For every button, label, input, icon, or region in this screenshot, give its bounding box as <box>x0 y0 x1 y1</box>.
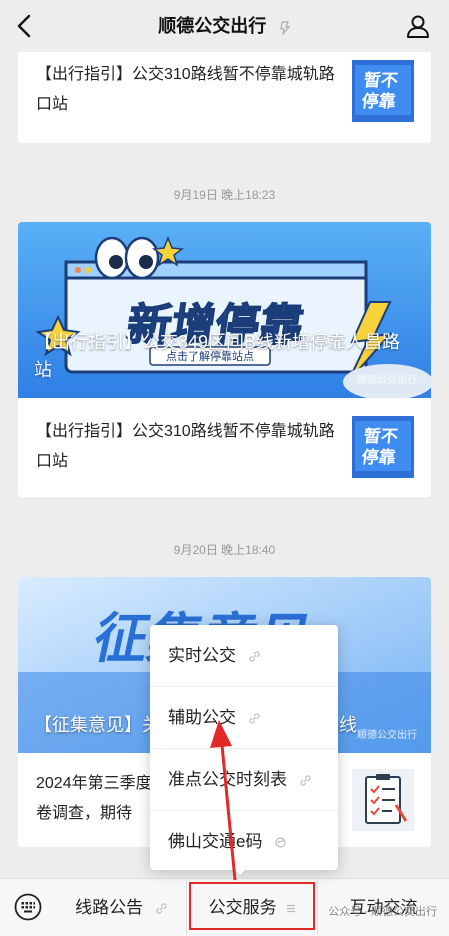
thumb-line-1: 暂不 <box>363 70 399 91</box>
cover-watermark: 顺德公交出行 <box>357 730 417 741</box>
menu-item-label: 准点公交时刻表 <box>168 770 287 789</box>
message-timestamp: 9月19日 晚上18:23 <box>173 188 276 202</box>
link-icon <box>300 775 311 786</box>
popup-caret <box>230 865 250 875</box>
article-row[interactable]: 【出行指引】公交310路线暂不停靠城轨路口站 暂不 停靠 <box>18 40 431 143</box>
link-icon <box>156 903 167 914</box>
article-card-partial[interactable]: 【出行指引】公交310路线暂不停靠城轨路口站 暂不 停靠 <box>18 40 431 143</box>
menu-item-label: 辅助公交 <box>168 708 236 727</box>
questionnaire-icon <box>352 769 414 831</box>
tab-label: 线路公告 <box>75 898 144 917</box>
menu-item-bus-timetable[interactable]: 准点公交时刻表 <box>150 749 338 811</box>
menu-item-foshan-ecode[interactable]: 佛山交通e码 <box>150 811 338 872</box>
article-title: 【出行指引】公交310路线暂不停靠城轨路口站 <box>36 423 335 470</box>
thumb-line-2: 停靠 <box>361 447 397 468</box>
article-card[interactable]: 新增停靠 点击了解停靠站点 【出行指引】公交349区间B线新增停靠人昌路站 顺德… <box>18 222 431 497</box>
article-thumbnail <box>352 769 414 831</box>
top-nav-bar: 顺德公交出行 <box>0 0 449 52</box>
menu-item-assist-bus[interactable]: 辅助公交 <box>150 687 338 749</box>
article-thumbnail: 暂不 停靠 <box>352 60 414 122</box>
article-row[interactable]: 【出行指引】公交310路线暂不停靠城轨路口站 暂不 停靠 <box>18 398 431 497</box>
thumbnail-image: 暂不 停靠 <box>352 416 414 478</box>
menu-item-label: 实时公交 <box>168 646 236 665</box>
mini-program-icon <box>275 837 286 848</box>
verified-badge-icon <box>280 21 291 35</box>
profile-icon[interactable] <box>405 13 431 39</box>
tab-route-notice[interactable]: 线路公告 <box>56 879 187 936</box>
link-icon <box>249 651 260 662</box>
message-timestamp: 9月20日 晚上18:40 <box>173 543 276 557</box>
keyboard-icon[interactable] <box>14 893 42 921</box>
article-thumbnail: 暂不 停靠 <box>352 416 414 478</box>
link-icon <box>249 713 260 724</box>
article-cover[interactable]: 新增停靠 点击了解停靠站点 【出行指引】公交349区间B线新增停靠人昌路站 顺德… <box>18 222 431 398</box>
thumb-line-1: 暂不 <box>363 426 399 447</box>
thumb-line-2: 停靠 <box>361 91 397 112</box>
article-title: 【出行指引】公交310路线暂不停靠城轨路口站 <box>36 66 335 113</box>
service-popup-menu: 实时公交 辅助公交 准点公交时刻表 佛山交通e码 <box>150 625 338 870</box>
menu-item-realtime-bus[interactable]: 实时公交 <box>150 625 338 687</box>
page-title: 顺德公交出行 <box>158 16 267 36</box>
menu-item-label: 佛山交通e码 <box>168 832 263 851</box>
highlight-box <box>189 882 315 930</box>
account-watermark: 公众号 · 顺德公交出行 <box>328 906 437 918</box>
thumbnail-image: 暂不 停靠 <box>352 60 414 122</box>
cover-watermark: 顺德公交出行 <box>357 375 417 386</box>
